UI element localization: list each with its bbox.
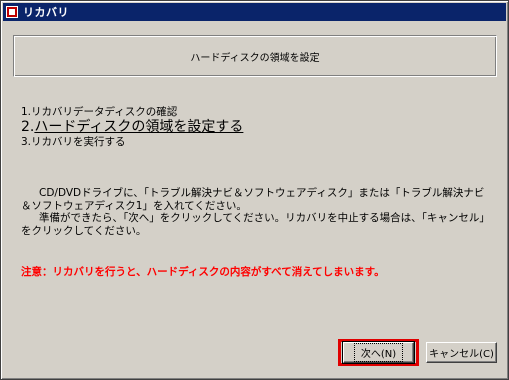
instructions: CD/DVDドライブに、「トラブル解決ナビ＆ソフトウェアディスク」または「トラブ… — [21, 187, 491, 237]
title-bar[interactable]: リカバリ — [3, 3, 506, 21]
step-header-panel: ハードディスクの領域を設定 — [13, 35, 497, 77]
warning-message: 注意：リカバリを行うと、ハードディスクの内容がすべて消えてしまいます。 — [21, 266, 385, 278]
next-button[interactable]: 次へ(N) — [342, 341, 415, 364]
step-header-title: ハードディスクの領域を設定 — [190, 52, 320, 64]
step-number: 1. — [21, 106, 32, 118]
app-icon — [6, 6, 18, 18]
step-number: 2. — [21, 119, 35, 135]
step-item-1: 1.リカバリデータディスクの確認 — [21, 106, 481, 119]
step-item-3: 3.リカバリを実行する — [21, 136, 481, 149]
step-item-2-current: 2.ハードディスクの領域を設定する — [21, 119, 481, 136]
instruction-insert-disc: CD/DVDドライブに、「トラブル解決ナビ＆ソフトウェアディスク」または「トラブ… — [21, 187, 485, 212]
cancel-button[interactable]: キャンセル(C) — [426, 342, 497, 363]
step-label: リカバリデータディスクの確認 — [31, 106, 178, 118]
step-list: 1.リカバリデータディスクの確認 2.ハードディスクの領域を設定する 3.リカバ… — [21, 106, 481, 149]
step-number: 3. — [21, 136, 32, 148]
step-label: ハードディスクの領域を設定する — [34, 119, 244, 135]
recovery-window: リカバリ ハードディスクの領域を設定 1.リカバリデータディスクの確認 2.ハー… — [0, 0, 509, 380]
next-button-label: 次へ(N) — [353, 343, 404, 362]
cancel-button-label: キャンセル(C) — [429, 349, 494, 360]
step-label: リカバリを実行する — [31, 136, 126, 148]
window-title: リカバリ — [23, 6, 69, 19]
instruction-click-next: 準備ができたら、「次へ」をクリックしてください。リカバリを中止する場合は、「キャ… — [21, 212, 490, 237]
